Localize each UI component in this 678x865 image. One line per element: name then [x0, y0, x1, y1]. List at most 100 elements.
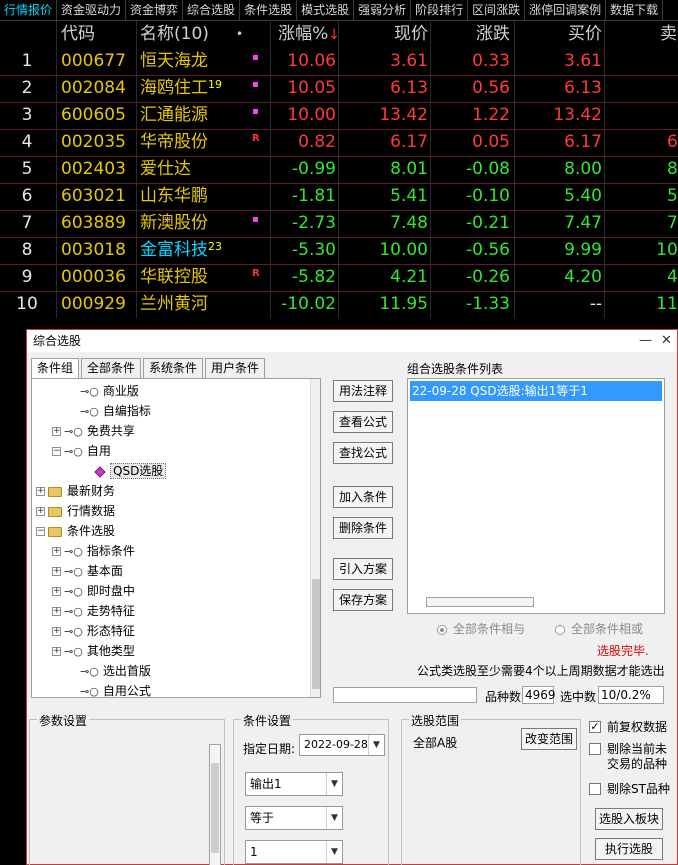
top-tab[interactable]: 资金博弈: [126, 0, 184, 20]
add-condition-button[interactable]: 加入条件: [333, 486, 393, 508]
prefq-checkbox[interactable]: ✓ 前复权数据: [589, 720, 675, 736]
expand-icon[interactable]: +: [52, 607, 61, 616]
chevron-down-icon[interactable]: ▼: [326, 807, 342, 829]
col-header-chg[interactable]: 涨跌: [430, 21, 510, 48]
param-scrollbar[interactable]: [209, 744, 221, 865]
tree-node[interactable]: + ⊸○ 形态特征: [52, 621, 135, 641]
tree-node[interactable]: + ⊸○ 其他类型: [52, 641, 135, 661]
expand-icon[interactable]: +: [52, 567, 61, 576]
tree-node[interactable]: + 行情数据: [36, 501, 115, 521]
output-select[interactable]: 输出1 ▼: [245, 772, 343, 796]
table-row[interactable]: 8 003018 金富科技23 -5.30 10.00 -0.56 9.99 10.0: [0, 237, 678, 264]
param-scroll-thumb[interactable]: [211, 763, 219, 853]
radio-all-or[interactable]: 全部条件相或: [555, 620, 643, 637]
table-row[interactable]: 4002035华帝股份R0.826.170.056.176.1: [0, 129, 678, 156]
radio-or-circle[interactable]: [555, 624, 565, 635]
prefq-checkbox-box[interactable]: ✓: [589, 721, 601, 733]
table-row[interactable]: 2002084海鸥住工19▪10.056.130.566.13--: [0, 75, 678, 102]
condition-list-item[interactable]: 22-09-28 QSD选股:输出1等于1: [410, 381, 662, 401]
expand-icon[interactable]: +: [52, 547, 61, 556]
operator-select[interactable]: 等于 ▼: [245, 806, 343, 830]
exclude-st-checkbox[interactable]: 剔除ST品种: [589, 782, 675, 798]
exclude-untraded-checkbox[interactable]: 剔除当前未交易的品种: [589, 742, 675, 774]
bid-price: 5.40: [564, 186, 602, 206]
condition-tab[interactable]: 用户条件: [205, 358, 266, 378]
tree-node[interactable]: ⊸○ 选出首版: [68, 661, 151, 681]
tree-node[interactable]: ⊸○ 商业版: [68, 381, 139, 401]
execute-screen-button[interactable]: 执行选股: [595, 838, 663, 860]
value-select[interactable]: 1 ▼: [245, 840, 343, 864]
col-header-pct[interactable]: 涨幅%↓: [270, 21, 340, 48]
table-row[interactable]: 7603889新澳股份▪-2.737.48-0.217.477.4: [0, 210, 678, 237]
tree-node[interactable]: ⊸○ 自用公式: [68, 681, 151, 697]
top-tab[interactable]: 强弱分析: [354, 0, 412, 20]
top-tab[interactable]: 区间涨跌: [468, 0, 526, 20]
table-row[interactable]: 3600605汇通能源▪10.0013.421.2213.42--: [0, 102, 678, 129]
radio-and-circle[interactable]: [437, 624, 447, 635]
table-row[interactable]: 10 000929 兰州黄河 -10.02 11.95 -1.33 -- 11.9: [0, 291, 678, 318]
table-row[interactable]: 9000036华联控股R-5.824.21-0.264.204.2: [0, 264, 678, 291]
close-icon[interactable]: ✕: [661, 330, 672, 352]
date-picker[interactable]: 2022-09-28 ▼: [299, 734, 385, 756]
radio-all-and[interactable]: 全部条件相与: [437, 620, 525, 637]
tree-node[interactable]: + ⊸○ 基本面: [52, 561, 123, 581]
tree-node[interactable]: − 条件选股: [36, 521, 115, 541]
dialog-titlebar[interactable]: 综合选股 — ✕: [27, 330, 677, 352]
expand-icon[interactable]: +: [52, 587, 61, 596]
top-tab[interactable]: 条件选股: [240, 0, 298, 20]
tree-scroll-thumb[interactable]: [312, 579, 320, 689]
tree-node[interactable]: + 最新财务: [36, 481, 115, 501]
expand-icon[interactable]: +: [52, 427, 61, 436]
expand-icon[interactable]: +: [36, 487, 45, 496]
stock-code: 002084: [61, 78, 126, 98]
top-tab[interactable]: 数据下载: [606, 0, 664, 20]
delete-condition-button[interactable]: 删除条件: [333, 517, 393, 539]
tree-node[interactable]: ⊸○ 自编指标: [68, 401, 151, 421]
top-tab[interactable]: 行情报价: [0, 0, 58, 20]
tree-node[interactable]: + ⊸○ 免费共享: [52, 421, 135, 441]
exclude-st-box[interactable]: [589, 783, 601, 795]
col-header-ask[interactable]: 卖价: [606, 21, 678, 48]
collapse-icon[interactable]: −: [36, 527, 45, 536]
condition-tab[interactable]: 全部条件: [81, 358, 142, 378]
change: -1.33: [466, 294, 510, 314]
tree-node-label: 自编指标: [102, 404, 151, 418]
collapse-icon[interactable]: −: [52, 447, 61, 456]
view-formula-button[interactable]: 查看公式: [333, 411, 393, 433]
table-row[interactable]: 6 603021 山东华鹏 -1.81 5.41 -0.10 5.40 5.4: [0, 183, 678, 210]
col-header-code[interactable]: 代码: [61, 21, 135, 48]
expand-icon[interactable]: +: [52, 627, 61, 636]
load-plan-button[interactable]: 引入方案: [333, 558, 393, 580]
condition-tab[interactable]: 条件组: [31, 358, 80, 378]
condition-tab[interactable]: 系统条件: [143, 358, 204, 378]
tree-node[interactable]: + ⊸○ 走势特征: [52, 601, 135, 621]
chevron-down-icon[interactable]: ▼: [326, 841, 342, 863]
list-hscrollbar[interactable]: [426, 597, 534, 607]
top-tab[interactable]: 综合选股: [183, 0, 241, 20]
top-tab[interactable]: 模式选股: [297, 0, 355, 20]
col-header-bid[interactable]: 买价: [514, 21, 602, 48]
tree-node[interactable]: − ⊸○ 自用: [52, 441, 111, 461]
top-tab[interactable]: 涨停回调案例: [525, 0, 607, 20]
table-row[interactable]: 1000677恒天海龙▪10.063.610.333.61--: [0, 48, 678, 75]
expand-icon[interactable]: +: [36, 507, 45, 516]
col-header-price[interactable]: 现价: [338, 21, 428, 48]
find-formula-button[interactable]: 查找公式: [333, 442, 393, 464]
usage-notes-button[interactable]: 用法注释: [333, 380, 393, 402]
change-range-button[interactable]: 改变范围: [521, 728, 577, 750]
tree-scrollbar[interactable]: [310, 379, 320, 697]
chevron-down-icon[interactable]: ▼: [368, 735, 384, 755]
table-row[interactable]: 5 002403 爱仕达 -0.99 8.01 -0.08 8.00 8.0: [0, 156, 678, 183]
add-to-board-button[interactable]: 选股入板块: [595, 808, 663, 830]
minimize-icon[interactable]: —: [639, 330, 652, 352]
exclude-untraded-box[interactable]: [589, 743, 601, 755]
tree-node[interactable]: + ⊸○ 指标条件: [52, 541, 135, 561]
top-tab[interactable]: 阶段排行: [411, 0, 469, 20]
chevron-down-icon[interactable]: ▼: [326, 773, 342, 795]
top-tab[interactable]: 资金驱动力: [57, 0, 127, 20]
tree-node[interactable]: QSD选股: [84, 461, 167, 481]
price: 6.13: [390, 78, 428, 98]
expand-icon[interactable]: +: [52, 647, 61, 656]
save-plan-button[interactable]: 保存方案: [333, 589, 393, 611]
tree-node[interactable]: + ⊸○ 即时盘中: [52, 581, 135, 601]
